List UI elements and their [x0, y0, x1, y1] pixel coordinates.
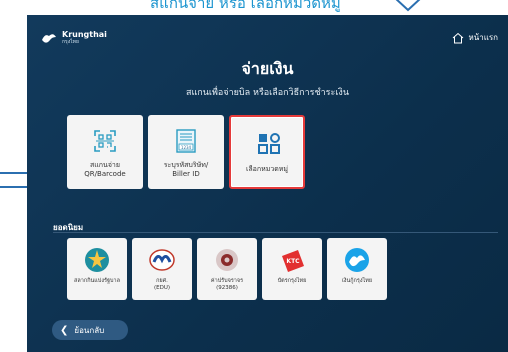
krungthai-bird-icon [42, 34, 56, 43]
page-title: จ่ายเงิน [241, 59, 294, 78]
popular-item-label-line2: (92386) [216, 285, 238, 291]
biller-id-option[interactable]: 1234 ระบุรหัสบริษัท/ Biller ID [148, 115, 224, 189]
popular-item-lottery[interactable]: สลากกินแบ่งรัฐบาล [67, 238, 127, 300]
logo-name: Krungthai [62, 30, 107, 39]
biller-id-icon: 1234 [176, 129, 196, 153]
option-label-line1: สแกนจ่าย [90, 161, 120, 169]
biller-id-icon-text: 1234 [181, 145, 192, 150]
popular-item-edu[interactable]: กยศ. (EDU) [132, 238, 192, 300]
category-option[interactable]: เลือกหมวดหมู่ [229, 115, 305, 189]
side-marker [0, 172, 29, 188]
popular-item-traffic-fine[interactable]: ค่าปรับจราจร (92386) [197, 238, 257, 300]
home-button[interactable]: หน้าแรก [452, 31, 498, 44]
back-label: ย้อนกลับ [74, 325, 105, 335]
krungthai-logo: Krungthai กรุงไทย [41, 31, 107, 45]
ktc-card-icon: KTC [282, 250, 304, 272]
lottery-icon [85, 248, 109, 272]
popular-item-label: บัตรกรุงไทย [277, 278, 307, 284]
popular-item-krungthai-loan[interactable]: เงินกู้กรุงไทย [327, 238, 387, 300]
option-label-line2: QR/Barcode [84, 170, 126, 178]
popular-item-label: สลากกินแบ่งรัฐบาล [74, 278, 120, 284]
popular-item-label: เงินกู้กรุงไทย [341, 278, 373, 284]
popular-item-ktc[interactable]: KTC บัตรกรุงไทย [262, 238, 322, 300]
home-icon [453, 32, 464, 43]
ktc-badge-text: KTC [286, 258, 300, 265]
chevron-left-icon: ❮ [60, 324, 69, 336]
qr-scan-icon [94, 130, 116, 152]
scan-qr-option[interactable]: สแกนจ่าย QR/Barcode [67, 115, 143, 189]
option-label-line1: เลือกหมวดหมู่ [245, 165, 289, 173]
atm-screen: Krungthai กรุงไทย หน้าแรก จ่ายเงิน สแกนเ… [27, 15, 508, 352]
home-label: หน้าแรก [468, 33, 498, 42]
section-divider [53, 232, 498, 233]
top-caption: สแกนจ่าย หรือ เลือกหมวดหมู่ [150, 0, 341, 12]
option-label-line1: ระบุรหัสบริษัท/ [163, 161, 209, 169]
back-button[interactable]: ❮ ย้อนกลับ [52, 320, 128, 340]
chevron-down-icon [395, 0, 421, 12]
student-loan-icon [149, 249, 175, 271]
logo-sub: กรุงไทย [62, 39, 79, 45]
popular-item-label-line1: ค่าปรับจราจร [210, 278, 244, 284]
traffic-fine-icon [216, 249, 238, 271]
page-subtitle: สแกนเพื่อจ่ายบิล หรือเลือกวิธีการชำระเงิ… [186, 88, 349, 98]
popular-item-label-line1: กยศ. [156, 278, 168, 284]
option-label-line2: Biller ID [172, 170, 200, 178]
popular-item-label-line2: (EDU) [153, 285, 171, 291]
krungthai-loan-icon [345, 248, 369, 272]
category-grid-icon [258, 133, 280, 154]
